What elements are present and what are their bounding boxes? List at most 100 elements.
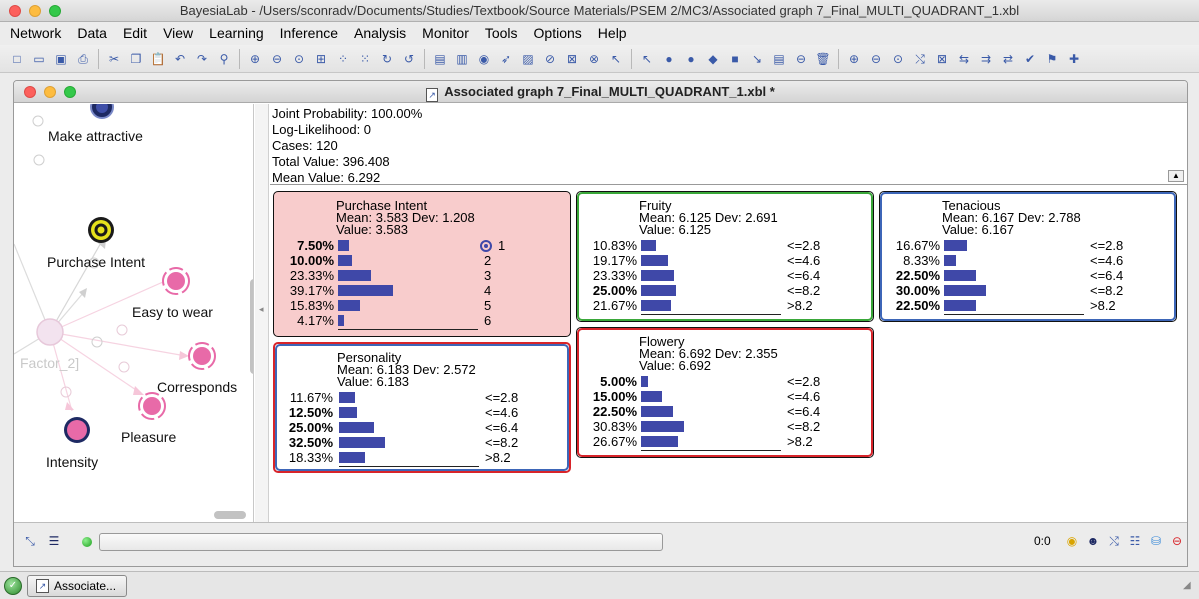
decision-node-icon[interactable]: ● [680, 48, 702, 70]
zoom-out-icon[interactable]: ⊖ [266, 48, 288, 70]
menu-monitor[interactable]: Monitor [414, 22, 477, 45]
note-icon[interactable]: ▤ [768, 48, 790, 70]
rotate-right-icon[interactable]: ↻ [376, 48, 398, 70]
state-row[interactable]: 23.33% <=6.4 [577, 268, 873, 283]
resize-grip-icon[interactable]: ◢ [1183, 580, 1195, 592]
state-row[interactable]: 22.50% <=6.4 [577, 404, 873, 419]
state-row[interactable]: 22.50% <=6.4 [880, 268, 1176, 283]
graph-vertical-scrollbar[interactable] [250, 279, 253, 374]
state-row[interactable]: 25.00% <=6.4 [275, 420, 569, 435]
menu-inference[interactable]: Inference [272, 22, 346, 45]
face-icon[interactable]: ☻ [1085, 533, 1101, 549]
zoom-fit-icon[interactable]: ⊙ [288, 48, 310, 70]
stop-icon[interactable]: ⊖ [1169, 533, 1185, 549]
menu-help[interactable]: Help [590, 22, 635, 45]
minimize-window-button[interactable] [29, 5, 41, 17]
add-icon[interactable]: ✚ [1063, 48, 1085, 70]
state-row[interactable]: 4.17% 6 [274, 313, 570, 328]
paste-icon[interactable]: 📋 [147, 48, 169, 70]
state-row[interactable]: 10.00% 2 [274, 253, 570, 268]
rotate-left-icon[interactable]: ↺ [398, 48, 420, 70]
menu-data[interactable]: Data [69, 22, 115, 45]
monitor-mode-icon[interactable]: ☰ [46, 533, 62, 549]
state-row[interactable]: 23.33% 3 [274, 268, 570, 283]
state-row[interactable]: 32.50% <=8.2 [275, 435, 569, 450]
state-row[interactable]: 22.50% >8.2 [880, 298, 1176, 313]
open-icon[interactable]: ▭ [28, 48, 50, 70]
node-icon[interactable]: ● [658, 48, 680, 70]
node-factor-2[interactable] [36, 318, 64, 346]
evidence-icon[interactable]: ▥ [451, 48, 473, 70]
state-row[interactable]: 19.17% <=4.6 [577, 253, 873, 268]
state-row[interactable]: 10.83% <=2.8 [577, 238, 873, 253]
undo-icon[interactable]: ↶ [169, 48, 191, 70]
menu-view[interactable]: View [155, 22, 201, 45]
maximize-document-button[interactable] [64, 86, 76, 98]
filter-icon[interactable]: ⊠ [561, 48, 583, 70]
state-row[interactable]: 39.17% 4 [274, 283, 570, 298]
state-row[interactable]: 5.00% <=2.8 [577, 374, 873, 389]
print-icon[interactable]: ⎙ [72, 48, 94, 70]
taskbar-document-item[interactable]: ↗ Associate... [27, 575, 127, 597]
arrows-in-icon[interactable]: ⇉ [975, 48, 997, 70]
state-row[interactable]: 21.67% >8.2 [577, 298, 873, 313]
state-row[interactable]: 15.00% <=4.6 [577, 389, 873, 404]
state-row[interactable]: 18.33% >8.2 [275, 450, 569, 465]
check-icon[interactable]: ✔ [1019, 48, 1041, 70]
layout-icon[interactable]: ⁘ [332, 48, 354, 70]
minimize-document-button[interactable] [44, 86, 56, 98]
database-icon[interactable]: ⛁ [1148, 533, 1164, 549]
arrows-swap-icon[interactable]: ⇄ [997, 48, 1019, 70]
maximize-window-button[interactable] [49, 5, 61, 17]
monitor-icon[interactable]: ▤ [429, 48, 451, 70]
menu-network[interactable]: Network [2, 22, 69, 45]
fit-window-icon[interactable]: ⊞ [310, 48, 332, 70]
select-icon[interactable]: ↖ [636, 48, 658, 70]
state-row[interactable]: 16.67% <=2.8 [880, 238, 1176, 253]
app-status-icon[interactable]: ✓ [4, 577, 22, 595]
copy-icon[interactable]: ❐ [125, 48, 147, 70]
panel-splitter[interactable]: ◂ [255, 104, 269, 522]
menu-learning[interactable]: Learning [201, 22, 272, 45]
monitor-fruity[interactable]: Fruity Mean: 6.125 Dev: 2.691 Value: 6.125… [576, 191, 874, 322]
coin-icon[interactable]: ◉ [1064, 533, 1080, 549]
flag-icon[interactable]: ⚑ [1041, 48, 1063, 70]
arrow-tool-icon[interactable]: ↘ [746, 48, 768, 70]
graph-horizontal-scrollbar[interactable] [214, 511, 246, 519]
new-icon[interactable]: □ [6, 48, 28, 70]
close-document-button[interactable] [24, 86, 36, 98]
search-zoom-out-icon[interactable]: ⊖ [865, 48, 887, 70]
collapse-stats-button[interactable]: ▲ [1168, 170, 1184, 182]
list-icon[interactable]: ☷ [1127, 533, 1143, 549]
menu-options[interactable]: Options [526, 22, 590, 45]
monitor-tenacious[interactable]: Tenacious Mean: 6.167 Dev: 2.788 Value: 6.… [879, 191, 1177, 322]
graph-mode-icon[interactable]: ⤡ [22, 533, 38, 549]
link-icon[interactable]: ⇆ [953, 48, 975, 70]
state-row[interactable]: 30.83% <=8.2 [577, 419, 873, 434]
layout-alt-icon[interactable]: ⁙ [354, 48, 376, 70]
monitor-flowery[interactable]: Flowery Mean: 6.692 Dev: 2.355 Value: 6.69… [576, 327, 874, 458]
arc-icon[interactable]: ➶ [495, 48, 517, 70]
save-icon[interactable]: ▣ [50, 48, 72, 70]
monitor-personality[interactable]: Personality Mean: 6.183 Dev: 2.572 Value: … [273, 342, 571, 473]
state-row[interactable]: 7.50% 1 [274, 238, 570, 253]
menu-tools[interactable]: Tools [477, 22, 526, 45]
utility-node-icon[interactable]: ◆ [702, 48, 724, 70]
monitor-purchase-intent[interactable]: Purchase Intent Mean: 3.583 Dev: 1.208 Val… [273, 191, 571, 337]
search-fit-icon[interactable]: ⊙ [887, 48, 909, 70]
disable-icon[interactable]: ⊘ [539, 48, 561, 70]
state-row[interactable]: 11.67% <=2.8 [275, 390, 569, 405]
redo-icon[interactable]: ↷ [191, 48, 213, 70]
forbid-icon[interactable]: ⊗ [583, 48, 605, 70]
connect-icon[interactable]: ⤭ [909, 48, 931, 70]
splitter-grip-icon[interactable]: ◂ [259, 304, 264, 315]
state-row[interactable]: 15.83% 5 [274, 298, 570, 313]
hide-icon[interactable]: ⊠ [931, 48, 953, 70]
state-row[interactable]: 25.00% <=8.2 [577, 283, 873, 298]
pointer-arrow-icon[interactable]: ↖ [605, 48, 627, 70]
menu-edit[interactable]: Edit [115, 22, 155, 45]
delete-node-icon[interactable]: ⊖ [790, 48, 812, 70]
target-node-icon[interactable]: ◉ [473, 48, 495, 70]
trash-icon[interactable]: 🗑 [812, 48, 834, 70]
state-row[interactable]: 26.67% >8.2 [577, 434, 873, 449]
